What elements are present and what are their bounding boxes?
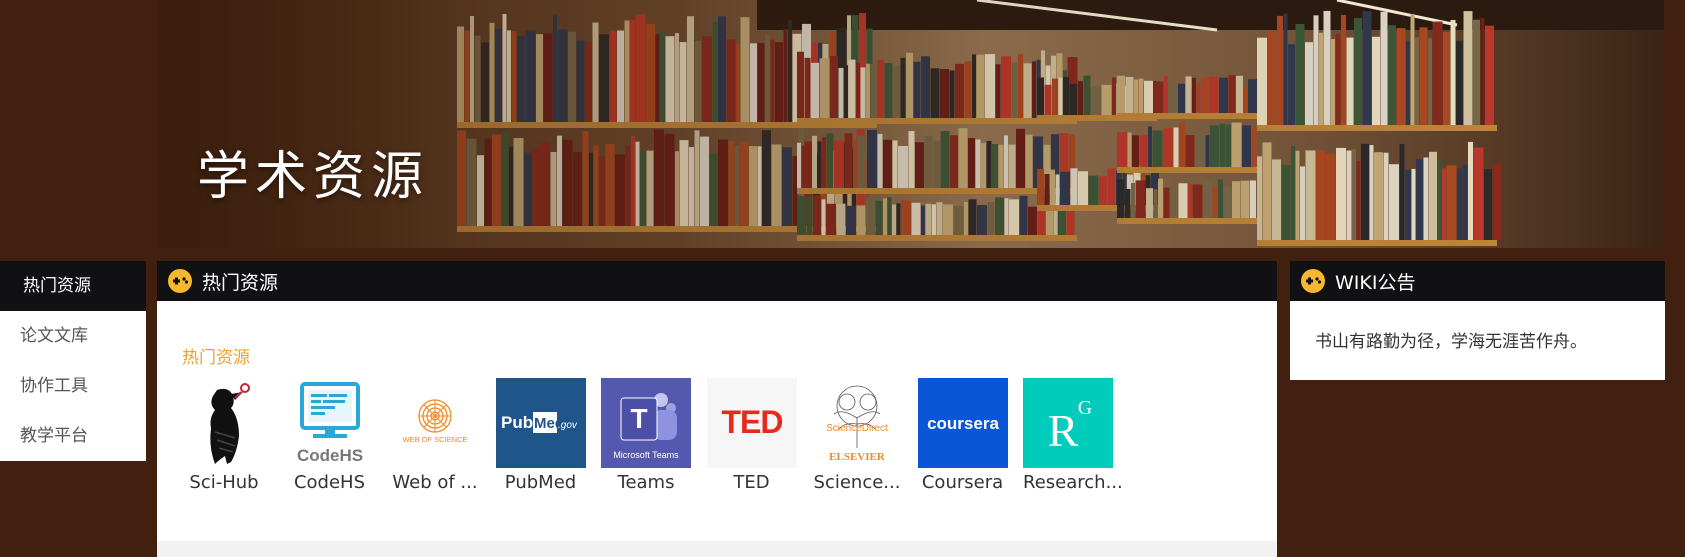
- library-bookshelves-image: [157, 0, 1664, 248]
- panel-body: 热门资源 Sci-Hub CodeHS CodeHS WEB OF SCIENC…: [157, 301, 1277, 541]
- svg-text:WEB OF SCIENCE: WEB OF SCIENCE: [402, 435, 467, 444]
- resource-item-web-of-science[interactable]: WEB OF SCIENCE Web of ...: [390, 378, 480, 493]
- resource-item-pubmed[interactable]: Pub Med .gov PubMed: [495, 378, 586, 493]
- coursera-icon: coursera: [917, 378, 1008, 468]
- resource-item-codehs[interactable]: CodeHS CodeHS: [285, 378, 375, 493]
- pubmed-icon: Pub Med .gov: [495, 378, 586, 468]
- resource-name: Teams: [617, 472, 675, 493]
- resource-list: Sci-Hub CodeHS CodeHS WEB OF SCIENCE Web…: [179, 378, 1129, 493]
- banner-title: 学术资源: [197, 147, 430, 207]
- panel-title: WIKI公告: [1335, 271, 1416, 294]
- scihub-raven-icon: [179, 378, 269, 468]
- resource-name: Research...: [1023, 472, 1123, 493]
- resource-name: Science...: [813, 472, 901, 493]
- svg-text:CodeHS: CodeHS: [296, 446, 362, 465]
- left-nav: 热门资源 论文文库 协作工具 教学平台: [0, 261, 146, 461]
- nav-item-paper-library[interactable]: 论文文库: [0, 311, 146, 361]
- hero-banner: 学术资源: [157, 0, 1664, 248]
- svg-text:R: R: [1048, 405, 1079, 456]
- panel-header: 热门资源: [157, 261, 1277, 301]
- resource-name: Web of ...: [392, 472, 478, 493]
- svg-text:Pub: Pub: [501, 413, 533, 432]
- nav-item-teaching-platform[interactable]: 教学平台: [0, 411, 146, 461]
- gamepad-icon: [168, 269, 192, 293]
- resource-name: Coursera: [921, 472, 1004, 493]
- microsoft-teams-icon: T Microsoft Teams: [601, 378, 691, 468]
- gamepad-icon: [1301, 269, 1325, 293]
- resource-item-researchgate[interactable]: R G Research...: [1023, 378, 1123, 493]
- resource-name: TED: [733, 472, 770, 493]
- panel-footer: [157, 541, 1277, 557]
- ted-icon: TED: [706, 378, 797, 468]
- web-of-science-icon: WEB OF SCIENCE: [390, 378, 480, 468]
- svg-text:T: T: [630, 403, 647, 434]
- announcement-text: 书山有路勤为径，学海无涯苦作舟。: [1315, 332, 1587, 352]
- resource-item-coursera[interactable]: coursera Coursera: [917, 378, 1008, 493]
- wiki-announcement-panel: WIKI公告 书山有路勤为径，学海无涯苦作舟。: [1290, 261, 1665, 380]
- codehs-icon: CodeHS: [285, 378, 375, 468]
- panel-title: 热门资源: [202, 271, 279, 294]
- svg-text:ScienceDirect: ScienceDirect: [826, 423, 888, 434]
- resource-name: CodeHS: [293, 472, 366, 493]
- svg-text:.gov: .gov: [558, 420, 578, 431]
- resource-item-ted[interactable]: TED TED: [706, 378, 797, 493]
- svg-text:ELSEVIER: ELSEVIER: [829, 451, 886, 463]
- panel-body: 书山有路勤为径，学海无涯苦作舟。: [1290, 301, 1665, 380]
- svg-text:G: G: [1078, 397, 1092, 419]
- resource-name: Sci-Hub: [189, 472, 259, 493]
- resource-item-scihub[interactable]: Sci-Hub: [179, 378, 269, 493]
- sciencedirect-elsevier-icon: ScienceDirect ELSEVIER: [812, 378, 902, 468]
- researchgate-icon: R G: [1023, 378, 1113, 468]
- svg-text:TED: TED: [721, 404, 782, 440]
- resource-name: PubMed: [504, 472, 577, 493]
- svg-text:Microsoft Teams: Microsoft Teams: [613, 450, 679, 460]
- nav-item-hot-resources[interactable]: 热门资源: [0, 261, 146, 311]
- section-label: 热门资源: [182, 348, 250, 368]
- panel-header: WIKI公告: [1290, 261, 1665, 301]
- resource-item-sciencedirect[interactable]: ScienceDirect ELSEVIER Science...: [812, 378, 902, 493]
- nav-item-collaboration-tools[interactable]: 协作工具: [0, 361, 146, 411]
- resource-item-teams[interactable]: T Microsoft Teams Teams: [601, 378, 691, 493]
- svg-text:coursera: coursera: [927, 414, 999, 433]
- hot-resources-panel: 热门资源 热门资源 Sci-Hub CodeHS CodeHS WEB OF S…: [157, 261, 1277, 557]
